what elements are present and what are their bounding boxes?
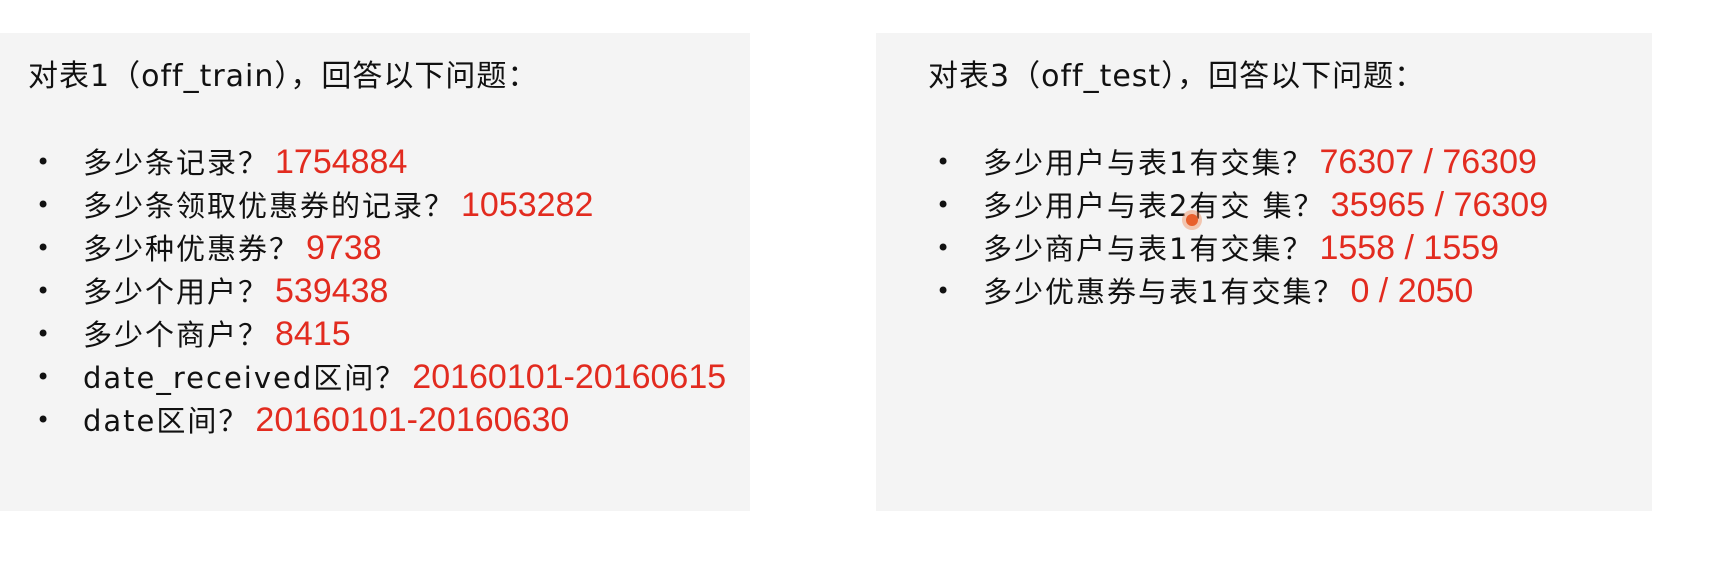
- question-text: 多少条记录？: [83, 146, 270, 180]
- bullet-icon: •: [936, 277, 951, 305]
- list-item: • 多少商户与表1有交集？ 1558 / 1559: [928, 227, 1652, 270]
- list-item: • 多少个用户？ 539438: [28, 270, 750, 313]
- question-text: date_received区间？: [83, 361, 407, 395]
- question-text: 多少用户与表1有交集？: [983, 146, 1314, 180]
- list-item: • 多少个商户？ 8415: [28, 313, 750, 356]
- bullet-icon: •: [36, 148, 51, 176]
- list-item: • 多少条领取优惠券的记录？ 1053282: [28, 184, 750, 227]
- question-text: 多少个商户？: [83, 318, 270, 352]
- answer-value: 1558 / 1559: [1319, 229, 1500, 267]
- answer-value: 9738: [306, 229, 382, 267]
- answer-value: 20160101-20160630: [255, 401, 570, 439]
- list-item: • 多少用户与表2有交 集？ 35965 / 76309: [928, 184, 1652, 227]
- answer-value: 0 / 2050: [1350, 272, 1474, 310]
- question-text: 多少优惠券与表1有交集？: [983, 275, 1345, 309]
- answer-value: 1053282: [461, 186, 594, 224]
- list-item: • date_received区间？ 20160101-20160615: [28, 356, 750, 399]
- list-item: • 多少用户与表1有交集？ 76307 / 76309: [928, 141, 1652, 184]
- right-panel-title: 对表3（off_test），回答以下问题：: [928, 59, 1426, 94]
- bullet-icon: •: [36, 406, 51, 434]
- list-item: • 多少种优惠券？ 9738: [28, 227, 750, 270]
- left-panel-title: 对表1（off_train），回答以下问题：: [28, 59, 539, 94]
- answer-value: 35965 / 76309: [1330, 186, 1549, 224]
- list-item: • 多少条记录？ 1754884: [28, 141, 750, 184]
- bullet-icon: •: [36, 234, 51, 262]
- answer-value: 8415: [275, 315, 351, 353]
- question-text: 多少用户与表2有交 集？: [983, 189, 1325, 223]
- bullet-icon: •: [936, 148, 951, 176]
- question-text: 多少条领取优惠券的记录？: [83, 189, 456, 223]
- question-text: date区间？: [83, 404, 250, 438]
- right-slide-panel: 对表3（off_test），回答以下问题： • 多少用户与表1有交集？ 76307…: [876, 33, 1652, 511]
- bullet-icon: •: [936, 234, 951, 262]
- list-item: • 多少优惠券与表1有交集？ 0 / 2050: [928, 270, 1652, 313]
- answer-value: 539438: [275, 272, 389, 310]
- left-question-list: • 多少条记录？ 1754884 • 多少条领取优惠券的记录？ 1053282 • …: [28, 141, 750, 442]
- right-question-list: • 多少用户与表1有交集？ 76307 / 76309 • 多少用户与表2有交 集…: [928, 141, 1652, 313]
- mouse-cursor-icon: [1186, 214, 1198, 226]
- question-text: 多少种优惠券？: [83, 232, 301, 266]
- bullet-icon: •: [936, 191, 951, 219]
- question-text: 多少个用户？: [83, 275, 270, 309]
- answer-value: 76307 / 76309: [1319, 143, 1537, 181]
- question-text: 多少商户与表1有交集？: [983, 232, 1314, 266]
- answer-value: 20160101-20160615: [412, 358, 727, 396]
- bullet-icon: •: [36, 277, 51, 305]
- left-slide-panel: 对表1（off_train），回答以下问题： • 多少条记录？ 1754884 •…: [0, 33, 750, 511]
- list-item: • date区间？ 20160101-20160630: [28, 399, 750, 442]
- bullet-icon: •: [36, 320, 51, 348]
- answer-value: 1754884: [275, 143, 408, 181]
- bullet-icon: •: [36, 363, 51, 391]
- bullet-icon: •: [36, 191, 51, 219]
